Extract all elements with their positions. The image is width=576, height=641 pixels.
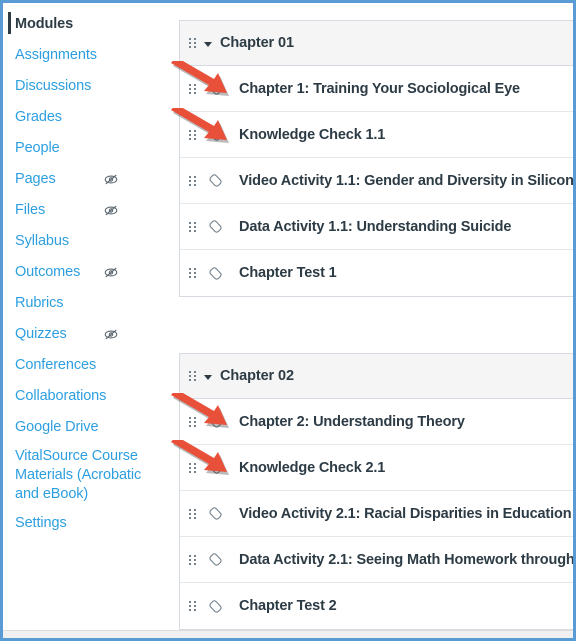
sidebar-item-modules[interactable]: Modules [3,9,173,40]
sidebar-item-label: Modules [15,16,74,32]
module-item[interactable]: Knowledge Check 2.1 [180,445,573,491]
module-item[interactable]: Chapter Test 2 [180,583,573,629]
link-icon [209,266,222,280]
sidebar-item-vitalsource-course-materials[interactable]: VitalSource Course Materials (Acrobatic … [3,443,173,508]
module-item[interactable]: Chapter Test 1 [180,250,573,296]
module-item[interactable]: Video Activity 2.1: Racial Disparities i… [180,491,573,537]
sidebar-item-label: Grades [15,109,62,125]
sidebar-item-google-drive[interactable]: Google Drive [3,412,173,443]
module-item[interactable]: Video Activity 1.1: Gender and Diversity… [180,158,573,204]
chevron-down-icon[interactable] [204,41,212,47]
module-title: Chapter 01 [220,35,294,51]
sidebar-item-collaborations[interactable]: Collaborations [3,381,173,412]
link-icon [209,128,222,141]
drag-handle-icon[interactable] [189,129,197,140]
link-icon [209,174,222,187]
sidebar-item-label: People [15,140,60,156]
sidebar-item-assignments[interactable]: Assignments [3,40,173,71]
sidebar-item-people[interactable]: People [3,133,173,164]
module-item[interactable]: Data Activity 1.1: Understanding Suicide [180,204,573,250]
sidebar-item-label: Google Drive [15,419,99,435]
sidebar-item-files[interactable]: Files [3,195,173,226]
bottom-edge-strip [3,630,573,638]
sidebar-item-label: Discussions [15,78,92,94]
sidebar-item-discussions[interactable]: Discussions [3,71,173,102]
sidebar-item-outcomes[interactable]: Outcomes [3,257,173,288]
drag-handle-icon[interactable] [189,268,197,278]
chevron-down-icon[interactable] [204,374,212,380]
drag-handle-icon[interactable] [189,416,197,427]
sidebar-item-quizzes[interactable]: Quizzes [3,319,173,350]
module-item-title: Video Activity 1.1: Gender and Diversity… [239,172,573,189]
canvas-modules-page: Modules Assignments Discussions Grades P… [3,3,573,638]
drag-handle-icon[interactable] [189,601,197,611]
sidebar-item-label: Syllabus [15,233,70,249]
module-header[interactable]: Chapter 01 [180,21,573,66]
eye-slash-icon [104,174,118,185]
sidebar-item-grades[interactable]: Grades [3,102,173,133]
drag-handle-icon[interactable] [189,83,197,94]
sidebar-item-pages[interactable]: Pages [3,164,173,195]
sidebar-item-label: Files [15,202,46,218]
module-item-title: Data Activity 2.1: Seeing Math Homework … [239,551,573,568]
sidebar-item-label: VitalSource Course Materials (Acrobatic … [15,448,142,502]
link-icon [209,599,222,613]
module-item[interactable]: Knowledge Check 1.1 [180,112,573,158]
module-item-title: Knowledge Check 1.1 [239,126,386,143]
drag-handle-icon[interactable] [189,554,197,565]
eye-slash-icon [104,329,118,340]
modules-list: Chapter 01 Chapter 1: Training Your Soci… [173,3,573,638]
sidebar-item-label: Collaborations [15,388,107,404]
module-item[interactable]: Chapter 2: Understanding Theory [180,399,573,445]
drag-handle-icon[interactable] [189,508,197,519]
drag-handle-icon[interactable] [189,371,197,381]
sidebar-item-label: Quizzes [15,326,67,342]
sidebar-item-label: Pages [15,171,56,187]
drag-handle-icon[interactable] [189,175,197,186]
module-item-title: Knowledge Check 2.1 [239,459,386,476]
sidebar-item-rubrics[interactable]: Rubrics [3,288,173,319]
module-item[interactable]: Chapter 1: Training Your Sociological Ey… [180,66,573,112]
module-item-title: Chapter 1: Training Your Sociological Ey… [239,80,520,97]
module-item-title: Chapter 2: Understanding Theory [239,413,465,430]
sidebar-item-label: Settings [15,515,67,531]
sidebar-item-label: Rubrics [15,295,64,311]
module-item-title: Chapter Test 2 [239,598,337,614]
link-icon [209,415,222,428]
module-item[interactable]: Data Activity 2.1: Seeing Math Homework … [180,537,573,583]
eye-slash-icon [104,267,118,278]
course-navigation-sidebar: Modules Assignments Discussions Grades P… [3,3,173,638]
module-item-title: Data Activity 1.1: Understanding Suicide [239,218,512,235]
eye-slash-icon [104,205,118,216]
link-icon [209,220,222,233]
drag-handle-icon[interactable] [189,38,197,48]
link-icon [209,461,222,474]
link-icon [209,553,222,566]
drag-handle-icon[interactable] [189,462,197,473]
sidebar-item-label: Outcomes [15,264,81,280]
module-item-title: Chapter Test 1 [239,265,337,281]
module-header[interactable]: Chapter 02 [180,354,573,399]
screenshot-frame: Modules Assignments Discussions Grades P… [0,0,576,641]
sidebar-item-label: Assignments [15,47,97,63]
link-icon [209,507,222,520]
module-item-title: Video Activity 2.1: Racial Disparities i… [239,505,572,522]
module-chapter-01: Chapter 01 Chapter 1: Training Your Soci… [179,20,573,297]
drag-handle-icon[interactable] [189,221,197,232]
sidebar-item-syllabus[interactable]: Syllabus [3,226,173,257]
module-title: Chapter 02 [220,368,294,384]
sidebar-item-settings[interactable]: Settings [3,508,173,539]
sidebar-item-conferences[interactable]: Conferences [3,350,173,381]
sidebar-item-label: Conferences [15,357,97,373]
module-chapter-02: Chapter 02 Chapter 2: Understanding Theo… [179,353,573,630]
link-icon [209,82,222,95]
